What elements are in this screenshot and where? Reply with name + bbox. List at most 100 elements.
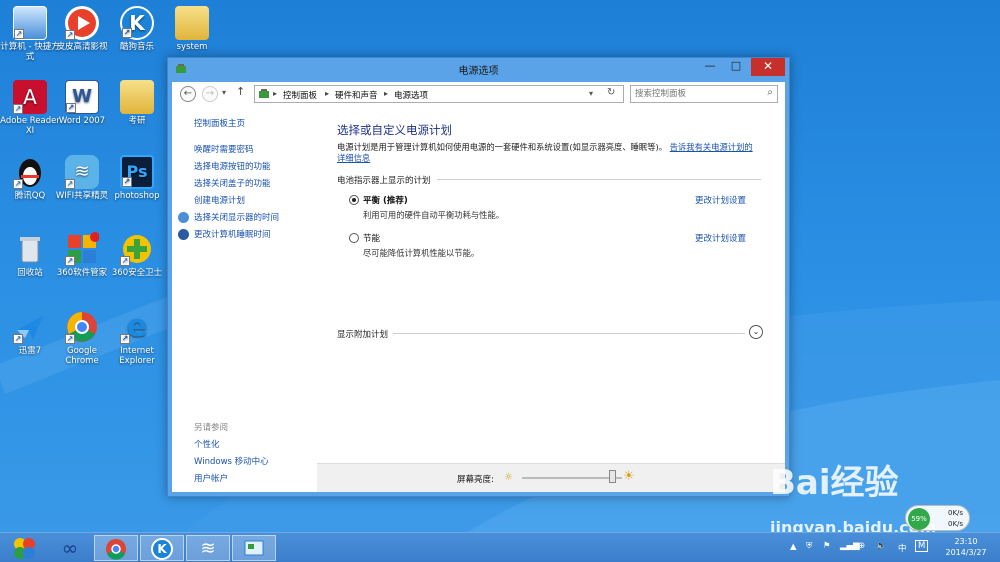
plan-balanced-radio[interactable] (349, 195, 359, 205)
extra-plans-divider (393, 333, 745, 334)
desktop-icon-adobe-reader[interactable]: A ↗ Adobe Reader XI (0, 80, 60, 136)
desktop-icon-photoshop[interactable]: Ps ↗ photoshop (107, 155, 167, 201)
sidebar-link-lid[interactable]: 选择关闭盖子的功能 (194, 177, 271, 189)
taskbar-item-control-panel[interactable] (232, 535, 276, 561)
ime-mode-indicator[interactable]: M (915, 540, 929, 552)
taskbar-item-infinity[interactable]: ∞ (48, 535, 92, 561)
pipi-video-icon: ↗ (65, 6, 99, 40)
desktop-icon-chrome[interactable]: ↗ Google Chrome (52, 310, 112, 366)
memory-percent: 59% (908, 508, 930, 530)
desktop-icon-kugou[interactable]: K ↗ 酷狗音乐 (107, 6, 167, 52)
address-dropdown-icon[interactable]: ▾ (589, 89, 593, 98)
moon-icon (178, 229, 189, 240)
search-box[interactable]: ⌕ (630, 85, 778, 103)
breadcrumb-control-panel[interactable]: 控制面板 (283, 89, 317, 101)
sidebar-link-wake-password[interactable]: 唤醒时需要密码 (194, 143, 254, 155)
up-arrow-icon[interactable]: ↑ (236, 85, 245, 98)
desktop-icon-recycle-bin[interactable]: 回收站 (0, 232, 60, 278)
tray-arrow-icon[interactable]: ▲ (790, 542, 797, 552)
360-tray-icon[interactable]: ⊕ (858, 541, 865, 551)
chrome-icon: ↗ (65, 310, 99, 344)
description-text: 电源计划是用于管理计算机如何使用电源的一套硬件和系统设置(如显示器亮度、睡眠等)… (337, 142, 668, 152)
internet-explorer-icon: e ↗ (120, 309, 148, 344)
wifi-share-icon: ≋ (200, 538, 216, 559)
brightness-footer: 屏幕亮度: ☼ ☀ (317, 463, 785, 492)
taskbar: ∞ K ≋ ▲ ⛨ ⚑ ▂▄▆ ⊕ 🔈 中 M 23:10 2014/3/27 (0, 532, 1000, 562)
monitor-icon (178, 212, 189, 223)
plans-group-label: 电池指示器上显示的计划 (337, 176, 431, 186)
desktop-icon-ie[interactable]: e ↗ Internet Explorer (107, 309, 167, 367)
folder-icon (120, 80, 154, 114)
breadcrumb-hardware-sound[interactable]: 硬件和声音 (335, 89, 378, 101)
close-button[interactable]: ✕ (751, 58, 785, 76)
ime-language-indicator[interactable]: 中 (898, 542, 907, 554)
sidebar-link-display-off[interactable]: 选择关闭显示器的时间 (194, 211, 279, 223)
refresh-icon[interactable]: ↻ (607, 87, 615, 98)
desktop-icon-360-manager[interactable]: ↗ 360软件管家 (52, 232, 112, 278)
plan-powersaver-settings-link[interactable]: 更改计划设置 (695, 232, 746, 244)
address-field[interactable]: ▸ 控制面板 ▸ 硬件和声音 ▸ 电源选项 ▾ ↻ (254, 85, 624, 103)
chrome-icon (106, 539, 126, 560)
volume-icon[interactable]: 🔈 (876, 541, 887, 551)
sidebar-link-home[interactable]: 控制面板主页 (194, 117, 245, 129)
desktop-icon-360-guard[interactable]: ↗ 360安全卫士 (107, 232, 167, 278)
maximize-button[interactable]: □ (723, 58, 749, 76)
window-title: 电源选项 (458, 66, 499, 77)
infinity-icon: ∞ (61, 536, 79, 560)
plan-powersaver-radio[interactable] (349, 233, 359, 243)
title-bar[interactable]: 电源选项 — □ ✕ (168, 58, 789, 80)
desktop-icon-thunder[interactable]: ↗ 迅雷7 (0, 310, 60, 356)
back-arrow-icon[interactable]: ← (180, 86, 196, 102)
forward-arrow-icon[interactable]: → (202, 86, 218, 102)
main-panel: 选择或自定义电源计划 电源计划是用于管理计算机如何使用电源的一套硬件和系统设置(… (337, 106, 777, 492)
signal-icon[interactable]: ▂▄▆ (840, 541, 860, 551)
network-speed-widget[interactable]: 59% 0K/s 0K/s (905, 505, 970, 531)
control-panel-icon (259, 89, 269, 98)
desktop-icon-system-folder[interactable]: system (162, 6, 222, 52)
download-speed: 0K/s (948, 520, 964, 528)
taskbar-item-wifi[interactable]: ≋ (186, 535, 230, 561)
sidebar: 控制面板主页 唤醒时需要密码 选择电源按钮的功能 选择关闭盖子的功能 创建电源计… (172, 106, 317, 492)
brightness-slider-thumb[interactable] (609, 470, 616, 483)
sidebar-link-mobility-center[interactable]: Windows 移动中心 (194, 455, 269, 467)
taskbar-item-kugou[interactable]: K (140, 535, 184, 561)
plan-balanced-name[interactable]: 平衡 (推荐) (363, 194, 408, 206)
desktop-icon-computer[interactable]: ↗ 计算机 - 快捷方式 (0, 6, 60, 62)
adobe-reader-icon: A ↗ (13, 80, 47, 114)
wifi-share-icon: ≋ ↗ (65, 155, 99, 189)
desktop-icon-qq[interactable]: ↗ 腾讯QQ (0, 155, 60, 201)
sidebar-link-sleep-time[interactable]: 更改计算机睡眠时间 (194, 228, 271, 240)
page-title: 选择或自定义电源计划 (337, 123, 452, 137)
sidebar-link-power-button[interactable]: 选择电源按钮的功能 (194, 160, 271, 172)
desktop-icon-word[interactable]: W ↗ Word 2007 (52, 80, 112, 126)
sidebar-link-personalization[interactable]: 个性化 (194, 438, 220, 450)
computer-icon: ↗ (13, 6, 47, 40)
page-description: 电源计划是用于管理计算机如何使用电源的一套硬件和系统设置(如显示器亮度、睡眠等)… (337, 142, 757, 164)
brightness-slider[interactable] (522, 477, 622, 479)
search-icon[interactable]: ⌕ (767, 87, 773, 98)
tray-app-icon[interactable]: ⛨ (806, 541, 812, 551)
desktop-icon-pipi[interactable]: ↗ 皮皮高清影视 (52, 6, 112, 52)
flag-icon[interactable]: ⚑ (823, 541, 831, 551)
show-extra-plans-label[interactable]: 显示附加计划 (337, 328, 388, 340)
search-input[interactable] (635, 88, 755, 100)
plan-balanced-settings-link[interactable]: 更改计划设置 (695, 194, 746, 206)
start-button[interactable] (2, 535, 46, 561)
watermark-brand: Bai经验 (770, 463, 899, 503)
desktop-icon-wifi[interactable]: ≋ ↗ WIFI共享精灵 (52, 155, 112, 201)
sidebar-link-create-plan[interactable]: 创建电源计划 (194, 194, 245, 206)
taskbar-item-chrome[interactable] (94, 535, 138, 561)
chevron-down-icon[interactable]: ⌄ (749, 325, 763, 339)
upload-speed: 0K/s (948, 509, 964, 517)
desktop-icon-kaoyan-folder[interactable]: 考研 (107, 80, 167, 126)
word-icon: W ↗ (65, 80, 99, 114)
recent-dropdown-icon[interactable]: ▾ (222, 88, 226, 97)
breadcrumb-power-options[interactable]: 电源选项 (394, 89, 428, 101)
system-clock[interactable]: 23:10 2014/3/27 (938, 536, 994, 558)
plan-powersaver-desc: 尽可能降低计算机性能以节能。 (363, 248, 480, 258)
sidebar-link-user-accounts[interactable]: 用户帐户 (194, 472, 228, 484)
plan-powersaver-name[interactable]: 节能 (363, 232, 380, 244)
clock-time: 23:10 (954, 537, 978, 546)
kugou-icon: K (151, 538, 173, 560)
minimize-button[interactable]: — (697, 58, 723, 76)
